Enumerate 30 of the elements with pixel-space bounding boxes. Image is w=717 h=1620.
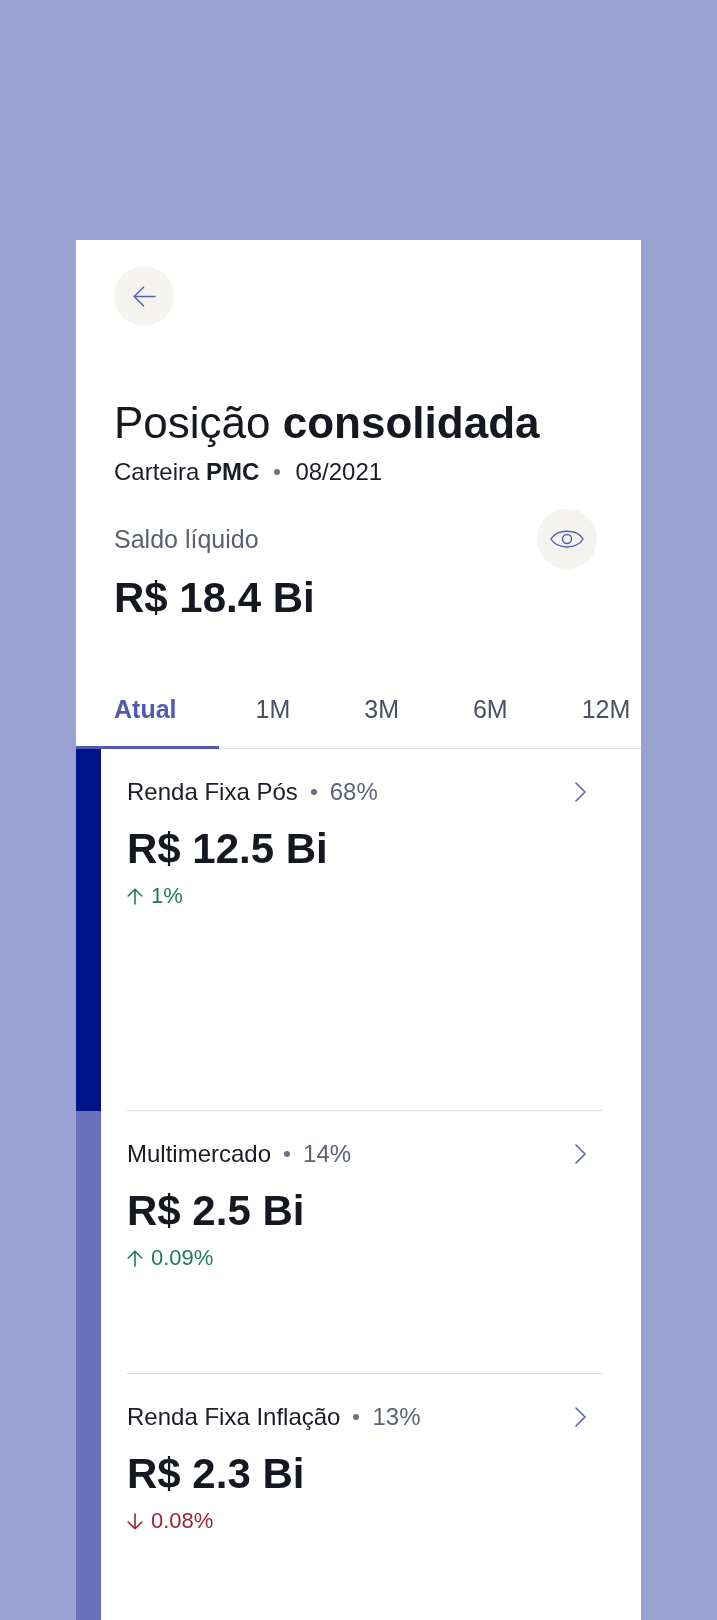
category-name: Renda Fixa Inflação (127, 1402, 341, 1432)
category-name: Multimercado (127, 1139, 272, 1169)
category-value: R$ 2.5 Bi (127, 1186, 305, 1236)
portfolio-name: Carteira PMC (114, 458, 260, 486)
category-share: 68% (329, 777, 378, 807)
period-tab[interactable]: 6M (435, 673, 545, 749)
change-percent: 1% (151, 883, 183, 909)
separator-dot-icon (284, 1151, 291, 1157)
category-share: 13% (372, 1402, 421, 1432)
category-value: R$ 12.5 Bi (127, 824, 328, 874)
period-tab[interactable]: 12M (544, 673, 641, 749)
category-value: R$ 2.3 Bi (127, 1449, 305, 1499)
change-percent: 0.09% (151, 1245, 214, 1271)
arrow-left-icon (132, 285, 156, 307)
eye-icon (550, 527, 584, 551)
category-share: 14% (303, 1139, 352, 1169)
separator-dot-icon (274, 469, 281, 475)
period-tab[interactable]: 3M (327, 673, 436, 749)
chevron-right-icon[interactable] (575, 1144, 586, 1164)
period-date: 08/2021 (295, 458, 383, 486)
balance-value: R$ 18.4 Bi (114, 573, 315, 623)
change-percent: 0.08% (151, 1508, 214, 1534)
separator-dot-icon (310, 789, 317, 795)
chevron-right-icon[interactable] (575, 782, 586, 802)
category-name: Renda Fixa Pós (127, 777, 298, 807)
period-tab[interactable]: 1M (218, 673, 328, 749)
balance-label: Saldo líquido (114, 524, 259, 554)
separator-dot-icon (353, 1414, 360, 1420)
chevron-right-icon[interactable] (575, 1407, 586, 1427)
page-title: Posição consolidada (114, 398, 540, 448)
